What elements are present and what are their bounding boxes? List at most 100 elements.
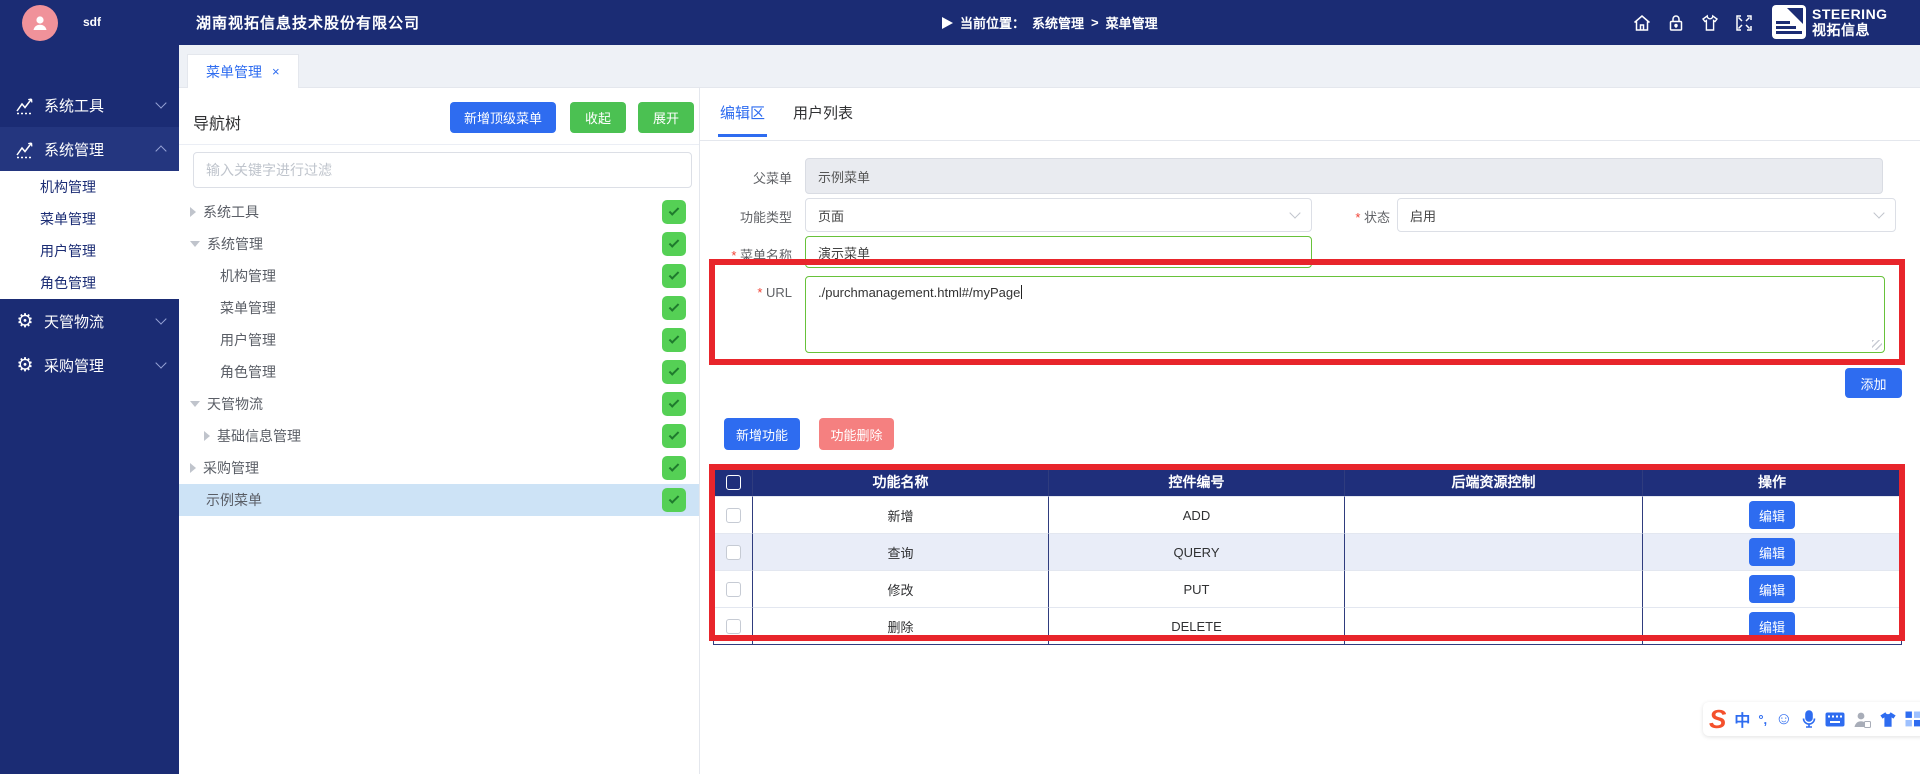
expand-all-button[interactable]: 展开 bbox=[638, 102, 694, 133]
edit-button[interactable]: 编辑 bbox=[1749, 538, 1795, 566]
tree-node-label: 示例菜单 bbox=[206, 490, 262, 510]
check-icon[interactable] bbox=[662, 488, 686, 512]
skin-icon[interactable] bbox=[1700, 13, 1720, 33]
sidebar-item-system-tools[interactable]: 系统工具 bbox=[0, 83, 179, 127]
breadcrumb-separator: > bbox=[1091, 15, 1099, 30]
tab-editor[interactable]: 编辑区 bbox=[720, 102, 765, 123]
tree-node-sample-menu[interactable]: 示例菜单 bbox=[179, 484, 699, 516]
edit-button[interactable]: 编辑 bbox=[1749, 612, 1795, 640]
url-value: ./purchmanagement.html#/myPage bbox=[818, 285, 1020, 300]
check-icon[interactable] bbox=[662, 360, 686, 384]
column-header-action: 操作 bbox=[1643, 468, 1901, 496]
sidebar-item-org-admin[interactable]: 机构管理 bbox=[0, 171, 179, 203]
ime-punctuation-icon[interactable]: °, bbox=[1758, 712, 1767, 727]
home-icon[interactable] bbox=[1632, 13, 1652, 33]
add-button[interactable]: 添加 bbox=[1845, 368, 1902, 398]
edit-button[interactable]: 编辑 bbox=[1749, 575, 1795, 603]
tab-label: 菜单管理 bbox=[206, 62, 262, 82]
username: sdf bbox=[83, 15, 101, 29]
check-icon[interactable] bbox=[662, 296, 686, 320]
select-all-checkbox[interactable] bbox=[726, 475, 741, 490]
skin-icon[interactable] bbox=[1879, 711, 1897, 728]
cell-name: 查询 bbox=[753, 533, 1049, 570]
mic-icon[interactable] bbox=[1801, 710, 1817, 728]
url-textarea[interactable]: ./purchmanagement.html#/myPage bbox=[805, 276, 1885, 353]
status-label: 状态 bbox=[1298, 207, 1390, 226]
lock-icon[interactable] bbox=[1666, 13, 1686, 33]
cell-code: PUT bbox=[1049, 570, 1345, 607]
status-value: 启用 bbox=[1410, 206, 1436, 225]
tree-node-role-admin[interactable]: 角色管理 bbox=[179, 356, 699, 388]
sidebar-item-label: 天管物流 bbox=[44, 311, 104, 332]
function-type-select[interactable]: 页面 bbox=[805, 198, 1312, 232]
row-checkbox[interactable] bbox=[726, 582, 741, 597]
tree-node-label: 菜单管理 bbox=[220, 298, 276, 318]
check-icon[interactable] bbox=[662, 200, 686, 224]
tree-node-label: 系统管理 bbox=[207, 234, 263, 254]
sidebar-item-menu-admin[interactable]: 菜单管理 bbox=[0, 203, 179, 235]
cell-name: 删除 bbox=[753, 607, 1049, 644]
check-icon[interactable] bbox=[662, 328, 686, 352]
close-icon[interactable]: × bbox=[272, 64, 280, 79]
collapse-all-button[interactable]: 收起 bbox=[570, 102, 626, 133]
add-function-button[interactable]: 新增功能 bbox=[724, 418, 800, 450]
menu-name-input[interactable]: 演示菜单 bbox=[805, 236, 1312, 268]
company-title: 湖南视拓信息技术股份有限公司 bbox=[196, 12, 420, 33]
keyboard-icon[interactable] bbox=[1825, 712, 1845, 727]
caret-right-icon[interactable] bbox=[204, 431, 210, 441]
avatar[interactable] bbox=[22, 5, 58, 41]
status-select[interactable]: 启用 bbox=[1397, 198, 1896, 232]
check-icon[interactable] bbox=[662, 392, 686, 416]
row-checkbox[interactable] bbox=[726, 619, 741, 634]
brand-name-cn: 视拓信息 bbox=[1812, 22, 1888, 38]
row-checkbox[interactable] bbox=[726, 508, 741, 523]
check-icon[interactable] bbox=[662, 264, 686, 288]
breadcrumb-item-menu[interactable]: 菜单管理 bbox=[1106, 13, 1158, 32]
tree-node-tianguan-logistics[interactable]: 天管物流 bbox=[179, 388, 699, 420]
sidebar-item-role-admin[interactable]: 角色管理 bbox=[0, 267, 179, 299]
tree-node-base-info-admin[interactable]: 基础信息管理 bbox=[179, 420, 699, 452]
tree-node-purchase-admin[interactable]: 采购管理 bbox=[179, 452, 699, 484]
tree-node-menu-admin[interactable]: 菜单管理 bbox=[179, 292, 699, 324]
sogou-logo-icon[interactable]: S bbox=[1709, 706, 1726, 732]
sidebar-item-label: 系统管理 bbox=[44, 139, 104, 160]
brand-logo: STEERING 视拓信息 bbox=[1772, 5, 1888, 39]
check-icon[interactable] bbox=[662, 232, 686, 256]
fullscreen-icon[interactable] bbox=[1734, 13, 1754, 33]
caret-down-icon[interactable] bbox=[190, 401, 200, 407]
tree-node-user-admin[interactable]: 用户管理 bbox=[179, 324, 699, 356]
brand-logo-icon bbox=[1772, 5, 1806, 39]
tab-menu-admin[interactable]: 菜单管理 × bbox=[187, 54, 299, 88]
column-header-backend: 后端资源控制 bbox=[1345, 468, 1643, 496]
sidebar-item-tianguan-logistics[interactable]: ⚙ 天管物流 bbox=[0, 299, 179, 343]
caret-right-icon[interactable] bbox=[190, 463, 196, 473]
chart-icon bbox=[14, 94, 36, 116]
add-top-menu-button[interactable]: 新增顶级菜单 bbox=[450, 102, 556, 133]
toolbox-icon[interactable] bbox=[1905, 711, 1920, 727]
tree-node-org-admin[interactable]: 机构管理 bbox=[179, 260, 699, 292]
sidebar-item-user-admin[interactable]: 用户管理 bbox=[0, 235, 179, 267]
edit-button[interactable]: 编辑 bbox=[1749, 501, 1795, 529]
tree-node-label: 机构管理 bbox=[220, 266, 276, 286]
delete-function-button[interactable]: 功能删除 bbox=[819, 418, 894, 450]
tree-filter-input[interactable] bbox=[193, 152, 692, 188]
check-icon[interactable] bbox=[662, 456, 686, 480]
sidebar-item-purchase-admin[interactable]: ⚙ 采购管理 bbox=[0, 343, 179, 387]
breadcrumb-item-system[interactable]: 系统管理 bbox=[1032, 13, 1084, 32]
tree-node-system-tools[interactable]: 系统工具 bbox=[179, 196, 699, 228]
caret-down-icon[interactable] bbox=[190, 241, 200, 247]
tree-node-system-admin[interactable]: 系统管理 bbox=[179, 228, 699, 260]
cell-code: DELETE bbox=[1049, 607, 1345, 644]
user-icon[interactable] bbox=[1853, 711, 1871, 728]
check-icon[interactable] bbox=[662, 424, 686, 448]
row-checkbox[interactable] bbox=[726, 545, 741, 560]
table-header-row: 功能名称 控件编号 后端资源控制 操作 bbox=[714, 468, 1901, 496]
emoji-icon[interactable]: ☺ bbox=[1775, 709, 1792, 729]
gear-icon: ⚙ bbox=[14, 310, 36, 332]
caret-right-icon[interactable] bbox=[190, 207, 196, 217]
ime-mode-icon[interactable]: 中 bbox=[1734, 707, 1750, 731]
tab-user-list[interactable]: 用户列表 bbox=[793, 102, 853, 123]
resize-handle-icon[interactable] bbox=[1872, 340, 1882, 350]
panel-title: 导航树 bbox=[193, 110, 241, 134]
sidebar-item-system-admin[interactable]: 系统管理 bbox=[0, 127, 179, 171]
